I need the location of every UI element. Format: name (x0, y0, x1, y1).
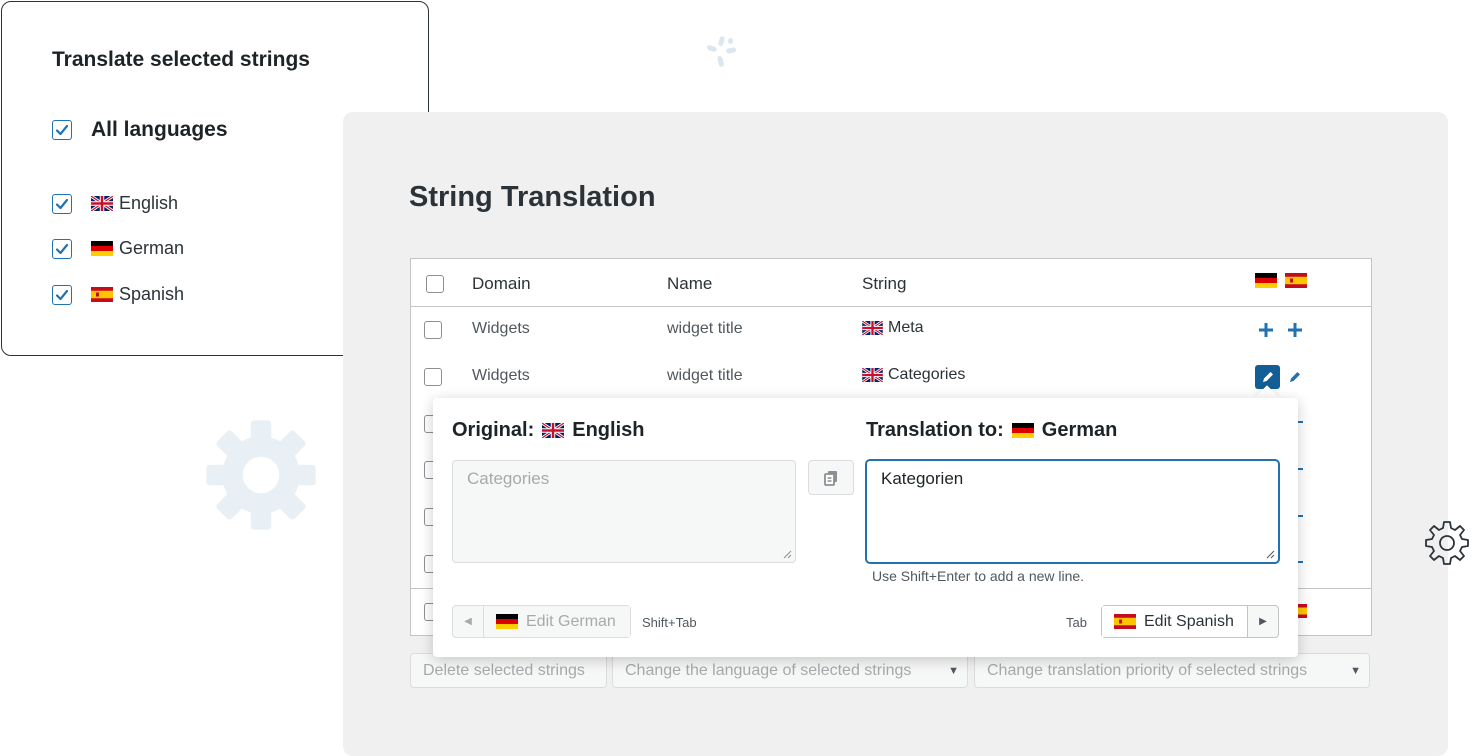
edit-german-button[interactable]: Edit German (484, 606, 630, 637)
translation-language: German (1041, 419, 1118, 441)
row-string-text: Categories (888, 366, 966, 383)
original-text-field: Categories (452, 460, 796, 563)
row-checkbox[interactable] (424, 321, 442, 339)
copy-original-button[interactable] (808, 460, 854, 495)
change-priority-select[interactable]: Change translation priority of selected … (974, 653, 1370, 688)
original-text: Categories (467, 469, 550, 488)
spanish-label: Spanish (119, 284, 185, 304)
panel-title: Translate selected strings (52, 48, 310, 71)
spinner-icon (706, 36, 737, 67)
translation-text-field[interactable]: Kategorien (866, 460, 1279, 563)
caret-down-icon: ▼ (948, 665, 959, 677)
resize-handle-icon[interactable] (1266, 550, 1275, 559)
copy-icon (824, 470, 837, 486)
edit-previous-language-button[interactable]: ◀ Edit German (452, 605, 631, 638)
change-language-select[interactable]: Change the language of selected strings … (612, 653, 968, 688)
column-string[interactable]: String (862, 274, 906, 294)
table-header: Domain Name String (411, 259, 1371, 307)
edit-spanish-button[interactable]: Edit Spanish (1102, 606, 1247, 637)
original-label: Original: (452, 419, 535, 441)
row-string: Categories (862, 366, 965, 384)
english-checkbox[interactable] (52, 193, 72, 214)
translation-label: Translation to: (866, 419, 1004, 441)
add-translation-german-button[interactable] (1253, 319, 1279, 341)
original-heading: Original: English (452, 419, 644, 442)
all-languages-checkbox[interactable] (52, 120, 72, 140)
next-shortcut: Tab (1066, 615, 1087, 630)
de-flag-icon (496, 614, 518, 629)
newline-hint: Use Shift+Enter to add a new line. (872, 568, 1085, 584)
row-domain: Widgets (472, 320, 530, 337)
edit-next-language-button[interactable]: Edit Spanish ▶ (1101, 605, 1279, 638)
es-flag-icon (91, 287, 113, 302)
translation-heading: Translation to: German (866, 419, 1117, 442)
row-name: widget title (667, 320, 743, 337)
change-priority-label: Change translation priority of selected … (987, 661, 1308, 679)
checkmark-icon (55, 289, 69, 300)
caret-down-icon: ▼ (1350, 665, 1361, 677)
language-option-spanish[interactable]: Spanish (52, 284, 184, 305)
row-domain: Widgets (472, 367, 530, 384)
german-checkbox[interactable] (52, 238, 72, 259)
delete-selected-strings-button[interactable]: Delete selected strings (410, 653, 607, 688)
german-label: German (119, 238, 185, 258)
pencil-icon (1290, 372, 1300, 382)
caret-right-icon: ▶ (1247, 606, 1278, 637)
column-domain[interactable]: Domain (472, 274, 531, 294)
pencil-icon (1262, 372, 1273, 382)
language-option-english[interactable]: English (52, 193, 178, 214)
edit-spanish-label: Edit Spanish (1144, 612, 1234, 630)
all-languages-label: All languages (91, 118, 228, 141)
column-name[interactable]: Name (667, 274, 712, 294)
uk-flag-icon (862, 368, 883, 382)
add-translation-spanish-button[interactable] (1282, 319, 1308, 341)
select-all-checkbox[interactable] (426, 275, 444, 293)
de-flag-icon (1255, 273, 1277, 288)
es-flag-icon (1114, 614, 1136, 629)
language-option-german[interactable]: German (52, 238, 184, 259)
plus-icon (1288, 323, 1302, 337)
de-flag-icon (1011, 423, 1034, 438)
uk-flag-icon (91, 196, 113, 211)
edit-translation-spanish-button[interactable] (1282, 366, 1308, 388)
original-language: English (572, 419, 645, 441)
gear-icon (206, 420, 316, 530)
english-label: English (119, 193, 179, 213)
row-string: Meta (862, 319, 924, 337)
plus-icon (1259, 323, 1273, 337)
row-string-text: Meta (888, 319, 924, 336)
resize-handle-icon[interactable] (783, 550, 792, 559)
row-checkbox[interactable] (424, 368, 442, 386)
uk-flag-icon (862, 321, 883, 335)
translation-text: Kategorien (881, 469, 964, 488)
prev-shortcut: Shift+Tab (642, 615, 697, 630)
gear-icon (1425, 521, 1469, 565)
checkmark-icon (55, 124, 69, 136)
edit-german-label: Edit German (526, 612, 616, 630)
all-languages-option[interactable]: All languages (52, 118, 228, 142)
page-title: String Translation (409, 181, 656, 213)
es-flag-icon (1285, 273, 1307, 288)
change-language-label: Change the language of selected strings (625, 661, 912, 679)
caret-left-icon: ◀ (453, 606, 484, 637)
de-flag-icon (91, 241, 113, 256)
row-name: widget title (667, 367, 743, 384)
uk-flag-icon (542, 423, 565, 438)
spanish-checkbox[interactable] (52, 284, 72, 305)
checkmark-icon (55, 198, 69, 209)
es-flag-icon (1298, 604, 1307, 618)
checkmark-icon (55, 243, 69, 254)
